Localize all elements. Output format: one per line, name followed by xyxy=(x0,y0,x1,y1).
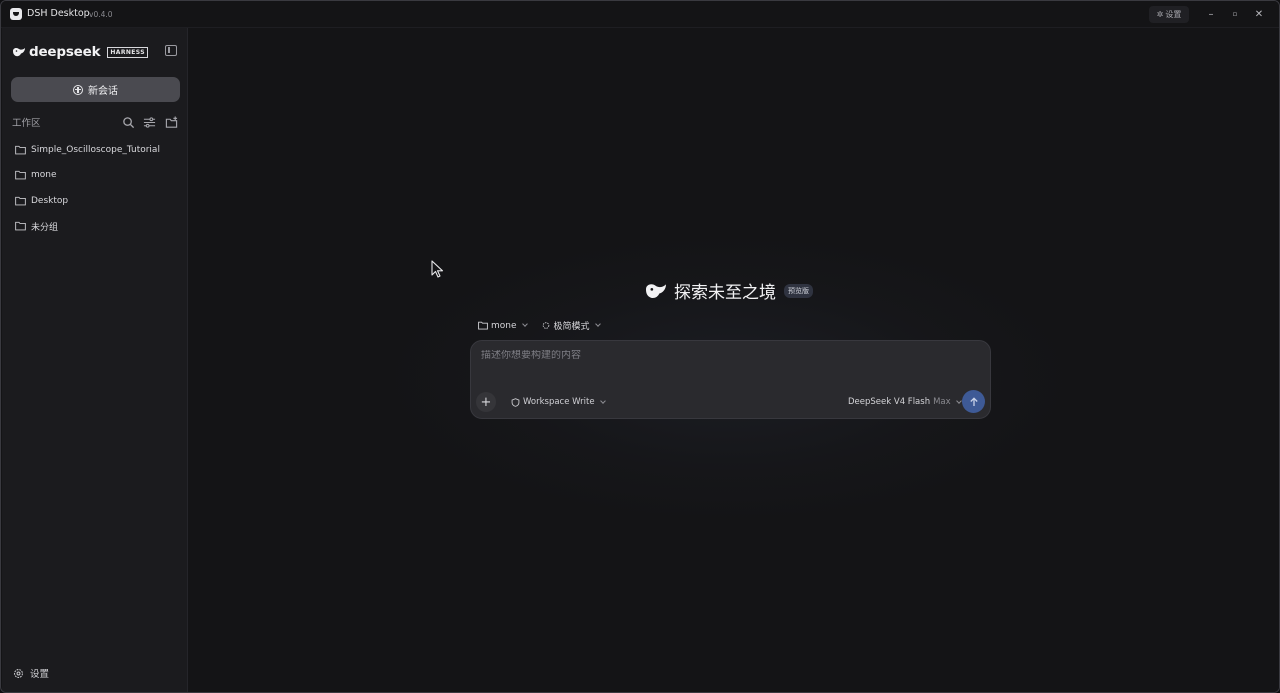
permission-value: Workspace Write xyxy=(523,397,595,407)
folder-item[interactable]: mone xyxy=(2,163,188,189)
folder-item[interactable]: 未分组 xyxy=(2,214,188,240)
new-chat-button[interactable]: 新会话 xyxy=(11,77,180,102)
filter-icon[interactable] xyxy=(143,114,156,128)
chevron-down-icon xyxy=(599,397,606,404)
attach-button[interactable]: + xyxy=(476,392,496,412)
prompt-input[interactable] xyxy=(481,350,961,361)
brand-wordmark: deepseek xyxy=(29,44,101,60)
app-title: DSH Desktop xyxy=(27,8,90,19)
folder-label: Simple_Oscilloscope_Tutorial xyxy=(31,144,160,155)
composer: + Workspace Write DeepSeek V4 Flash Max xyxy=(470,340,991,419)
sidebar: deepseek HARNESS 新会话 工作区 Simple_Oscillos… xyxy=(2,28,188,692)
close-icon[interactable]: ✕ xyxy=(1252,7,1266,21)
folder-label: mone xyxy=(31,170,57,181)
minimize-icon[interactable]: – xyxy=(1204,7,1218,21)
whale-icon xyxy=(13,47,25,57)
new-folder-icon[interactable] xyxy=(165,114,178,128)
app-logo-icon xyxy=(10,8,22,20)
folder-item[interactable]: Desktop xyxy=(2,188,188,214)
workspace-heading: 工作区 xyxy=(12,118,41,129)
hero-title: 探索未至之境 xyxy=(674,283,776,303)
search-icon[interactable] xyxy=(122,114,135,129)
folder-label: Desktop xyxy=(31,195,69,206)
folder-label: 未分组 xyxy=(31,222,59,233)
main-panel: 探索未至之境 预览版 mone 极简模式 + Workspace Write xyxy=(189,28,1279,692)
whale-icon xyxy=(646,283,666,298)
app-window: DSH Desktop v0.4.0 ✲ 设置 – ▫ ✕ deepseek H… xyxy=(0,0,1280,693)
folder-open-icon xyxy=(478,321,488,330)
maximize-icon[interactable]: ▫ xyxy=(1228,7,1242,21)
send-button[interactable] xyxy=(962,390,985,413)
arrow-up-icon xyxy=(969,396,978,406)
brand-logo: deepseek HARNESS xyxy=(12,44,148,60)
mode-select-value: 极简模式 xyxy=(553,322,590,332)
mode-select[interactable]: 极简模式 xyxy=(541,319,601,332)
new-chat-label: 新会话 xyxy=(88,86,118,97)
titlebar-settings-label: 设置 xyxy=(1165,10,1182,19)
gear-icon: ✲ xyxy=(1156,10,1164,19)
workspace-select[interactable]: mone xyxy=(478,319,528,332)
folder-item[interactable]: Simple_Oscilloscope_Tutorial xyxy=(2,137,188,163)
chevron-down-icon xyxy=(521,321,528,327)
sidebar-settings-label: 设置 xyxy=(30,669,50,680)
mouse-pointer-icon xyxy=(431,260,444,278)
titlebar-settings-button[interactable]: ✲ 设置 xyxy=(1149,6,1189,23)
chevron-down-icon xyxy=(955,397,962,404)
folder-icon xyxy=(15,222,26,231)
permission-select[interactable]: Workspace Write xyxy=(511,397,606,407)
sparkle-icon xyxy=(542,322,549,329)
chevron-down-icon xyxy=(594,321,601,327)
preview-badge: 预览版 xyxy=(784,283,813,298)
app-version: v0.4.0 xyxy=(89,10,113,19)
model-tier: Max xyxy=(933,397,951,407)
folder-icon xyxy=(15,171,26,180)
title-bar: DSH Desktop v0.4.0 ✲ 设置 – ▫ ✕ xyxy=(1,1,1279,28)
gear-icon xyxy=(14,668,23,678)
shield-icon xyxy=(511,397,520,407)
sidebar-settings-button[interactable]: 设置 xyxy=(13,666,49,680)
plus-circle-icon xyxy=(73,84,83,95)
hero-heading: 探索未至之境 预览版 xyxy=(644,278,813,303)
model-select[interactable]: DeepSeek V4 Flash Max xyxy=(848,397,962,407)
brand-tag: HARNESS xyxy=(107,46,148,58)
folder-icon xyxy=(15,145,26,155)
model-name: DeepSeek V4 Flash xyxy=(848,397,931,407)
context-row: mone 极简模式 xyxy=(478,319,601,332)
sidebar-toggle-icon[interactable] xyxy=(165,45,177,56)
folder-icon xyxy=(15,196,26,206)
workspace-folder-list: Simple_Oscilloscope_Tutorial mone Deskto… xyxy=(2,137,188,239)
plus-icon: + xyxy=(480,394,492,410)
workspace-select-value: mone xyxy=(491,320,517,331)
